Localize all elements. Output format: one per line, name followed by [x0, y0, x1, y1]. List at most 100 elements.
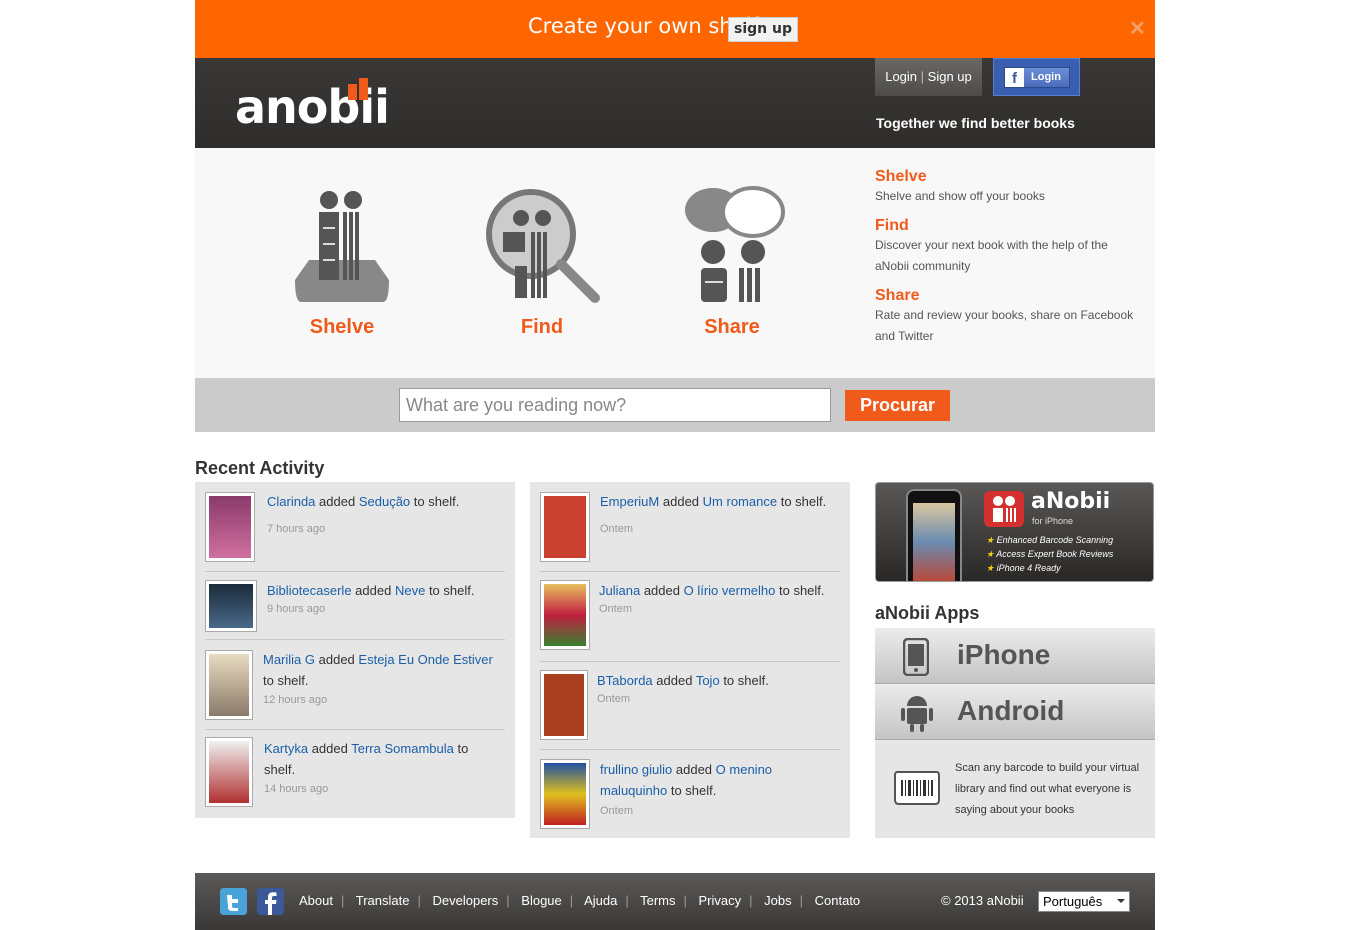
- footer-link-contato[interactable]: Contato: [815, 893, 861, 908]
- activity-time: Ontem: [599, 603, 633, 615]
- search-input[interactable]: [399, 388, 831, 422]
- signup-link[interactable]: Sign up: [928, 69, 972, 84]
- tagline: Together we find better books: [876, 115, 1075, 131]
- to-shelf-text: to shelf.: [723, 673, 769, 688]
- scan-info: Scan any barcode to build your virtual l…: [875, 740, 1155, 838]
- user-link[interactable]: Clarinda: [267, 494, 315, 509]
- android-label: Android: [957, 695, 1065, 726]
- footer-link-jobs[interactable]: Jobs: [764, 893, 791, 908]
- book-cover[interactable]: [540, 580, 590, 650]
- feature-title-shelve: Shelve: [875, 168, 927, 185]
- book-cover[interactable]: [205, 580, 257, 632]
- footer-link-developers[interactable]: Developers: [433, 893, 499, 908]
- activity-text: Juliana added O lírio vermelho to shelf.: [599, 580, 825, 601]
- to-shelf-text: to shelf.: [670, 783, 717, 798]
- activity-text: BTaborda added Tojo to shelf.: [597, 670, 769, 691]
- added-text: added: [318, 652, 355, 667]
- book-cover[interactable]: [205, 737, 253, 807]
- language-value: Português: [1043, 894, 1103, 909]
- activity-item: BTaborda added Tojo to shelf. Ontem: [540, 670, 840, 750]
- feature-label-find[interactable]: Find: [482, 316, 602, 339]
- apps-title: aNobii Apps: [875, 603, 980, 623]
- user-link[interactable]: frullino giulio: [600, 762, 672, 777]
- language-select[interactable]: Português: [1038, 891, 1130, 912]
- user-link[interactable]: Juliana: [599, 583, 640, 598]
- to-shelf-text: to shelf.: [263, 673, 309, 688]
- app-banner-feature: ★ Access Expert Book Reviews: [986, 549, 1114, 559]
- feature-label-shelve[interactable]: Shelve: [282, 316, 402, 339]
- activity-text: Marilia G added Esteja Eu Onde Estiver t…: [263, 649, 503, 691]
- iphone-icon: [903, 638, 929, 676]
- facebook-icon[interactable]: [257, 888, 284, 915]
- footer-link-privacy[interactable]: Privacy: [699, 893, 742, 908]
- activity-column-2: EmperiuM added Um romance to shelf. Onte…: [530, 482, 850, 838]
- user-link[interactable]: Kartyka: [264, 741, 308, 756]
- chevron-down-icon: [1117, 899, 1125, 903]
- facebook-login-inner: f Login: [1004, 67, 1070, 88]
- activity-time: Ontem: [600, 523, 634, 535]
- activity-item: EmperiuM added Um romance to shelf. Onte…: [540, 490, 840, 572]
- added-text: added: [311, 741, 348, 756]
- login-link[interactable]: Login: [885, 69, 917, 84]
- feature-label-share[interactable]: Share: [672, 316, 792, 339]
- to-shelf-text: to shelf.: [413, 494, 460, 509]
- shelve-icon: [295, 191, 389, 302]
- book-link[interactable]: Neve: [395, 583, 425, 598]
- activity-time: 9 hours ago: [267, 603, 326, 615]
- added-text: added: [675, 762, 713, 777]
- iphone-app-banner[interactable]: aNobii for iPhone ★ Enhanced Barcode Sca…: [875, 482, 1154, 582]
- activity-item: Bibliotecaserle added Neve to shelf. 9 h…: [205, 580, 505, 640]
- app-banner-name: aNobii: [1031, 489, 1111, 514]
- activity-time: Ontem: [600, 805, 634, 817]
- book-link[interactable]: Esteja Eu Onde Estiver: [358, 652, 492, 667]
- feature-list: Shelve Shelve and show off your books Fi…: [875, 168, 1145, 347]
- activity-time: 12 hours ago: [263, 694, 328, 706]
- activity-time: Ontem: [597, 693, 631, 705]
- footer-link-about[interactable]: About: [299, 893, 333, 908]
- book-cover[interactable]: [540, 759, 590, 829]
- twitter-icon[interactable]: [220, 888, 247, 915]
- star-icon: ★: [986, 535, 995, 545]
- feature-desc-share: Rate and review your books, share on Fac…: [875, 308, 1134, 343]
- book-link[interactable]: Sedução: [359, 494, 410, 509]
- android-app-link[interactable]: Android: [875, 684, 1155, 740]
- book-link[interactable]: Um romance: [703, 494, 777, 509]
- user-link[interactable]: BTaborda: [597, 673, 653, 688]
- user-link[interactable]: EmperiuM: [600, 494, 659, 509]
- promo-text: Create your own shelf: [528, 14, 759, 38]
- promo-signup-button[interactable]: sign up: [728, 17, 798, 42]
- close-icon[interactable]: ✕: [1129, 16, 1146, 41]
- footer-link-translate[interactable]: Translate: [356, 893, 410, 908]
- user-link[interactable]: Marilia G: [263, 652, 315, 667]
- book-link[interactable]: Tojo: [696, 673, 720, 688]
- anobii-app-icon: [984, 491, 1024, 527]
- activity-time: 14 hours ago: [264, 783, 329, 795]
- star-icon: ★: [986, 563, 995, 573]
- iphone-icon: [906, 489, 962, 581]
- activity-text: EmperiuM added Um romance to shelf.: [600, 491, 826, 512]
- search-bar: Procurar: [195, 378, 1155, 432]
- to-shelf-text: to shelf.: [428, 583, 475, 598]
- book-cover[interactable]: [205, 492, 255, 562]
- logo-book-icon: [348, 78, 368, 100]
- site-header: anobii Login | Sign up f Login Together …: [195, 58, 1155, 148]
- user-link[interactable]: Bibliotecaserle: [267, 583, 352, 598]
- barcode-icon: [894, 771, 940, 805]
- facebook-login-button[interactable]: f Login: [993, 58, 1080, 96]
- facebook-login-label: Login: [1031, 71, 1061, 83]
- book-link[interactable]: Terra Somambula: [351, 741, 454, 756]
- book-cover[interactable]: [540, 492, 590, 562]
- footer-link-terms[interactable]: Terms: [640, 893, 675, 908]
- book-cover[interactable]: [540, 670, 588, 740]
- footer-link-ajuda[interactable]: Ajuda: [584, 893, 617, 908]
- scan-text: Scan any barcode to build your virtual l…: [955, 762, 1140, 816]
- to-shelf-text: to shelf.: [778, 583, 825, 598]
- activity-item: Kartyka added Terra Somambula to shelf. …: [205, 737, 505, 813]
- activity-text: Kartyka added Terra Somambula to shelf.: [264, 738, 494, 780]
- iphone-app-link[interactable]: iPhone: [875, 628, 1155, 684]
- footer-link-blogue[interactable]: Blogue: [521, 893, 561, 908]
- added-text: added: [662, 494, 700, 509]
- search-button[interactable]: Procurar: [845, 390, 950, 421]
- book-cover[interactable]: [205, 650, 253, 720]
- book-link[interactable]: O lírio vermelho: [684, 583, 776, 598]
